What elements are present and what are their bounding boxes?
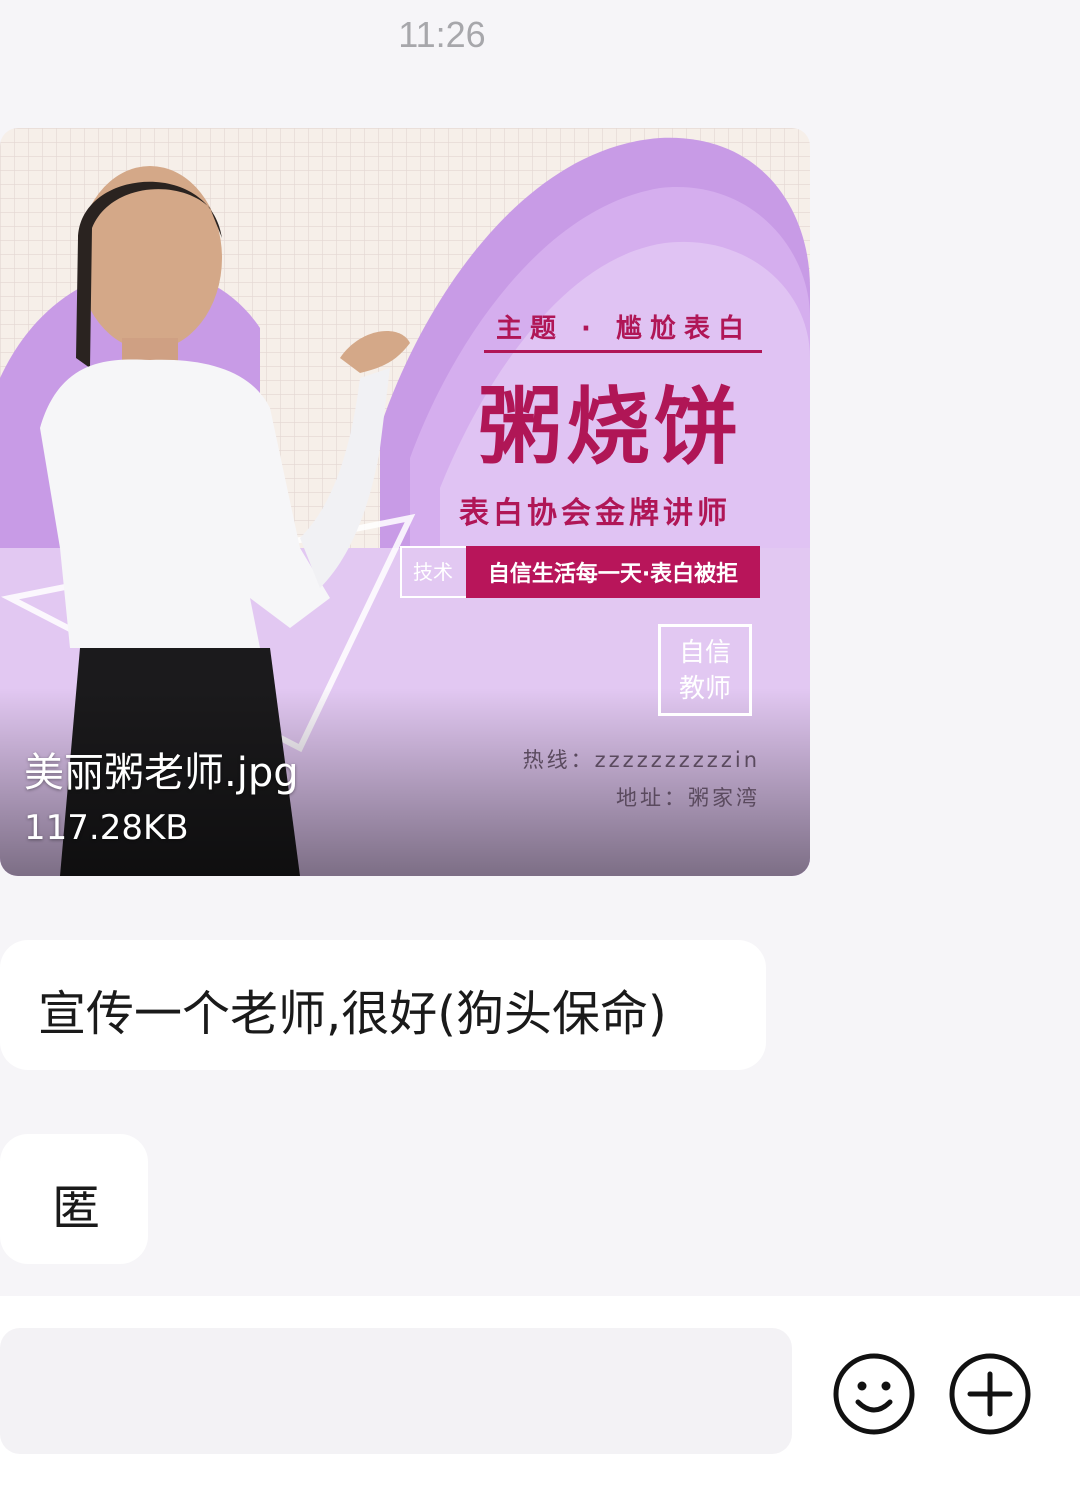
poster-topic: 主题 · 尴尬表白 <box>496 314 752 344</box>
smiley-icon[interactable] <box>832 1352 916 1436</box>
poster-badge-line1: 自信 <box>678 638 731 668</box>
message-input[interactable] <box>0 1328 792 1454</box>
message-text: 宣传一个老师,很好(狗头保命) <box>38 986 667 1042</box>
plus-circle-icon[interactable] <box>948 1352 1032 1436</box>
poster-badge: 自信 教师 <box>658 624 752 716</box>
poster-tag-label: 技术 <box>413 560 453 584</box>
poster-subtitle: 表白协会金牌讲师 <box>459 496 731 531</box>
poster-divider <box>484 350 762 353</box>
message-text: 匿 <box>52 1180 101 1236</box>
message-bubble[interactable]: 宣传一个老师,很好(狗头保命) <box>0 940 766 1070</box>
attachment-file-name: 美丽粥老师.jpg <box>24 750 299 796</box>
image-attachment-card[interactable]: 主题 · 尴尬表白 粥烧饼 表白协会金牌讲师 技术 自信生活每一天·表白被拒 自… <box>0 128 810 876</box>
poster-name: 粥烧饼 <box>477 378 742 476</box>
message-bubble[interactable]: 匿 <box>0 1134 148 1264</box>
poster-hotline: 热线：zzzzzzzzzzin <box>522 748 760 772</box>
poster-tag-text: 自信生活每一天·表白被拒 <box>466 546 760 598</box>
attachment-file-size: 117.28KB <box>24 808 189 848</box>
poster-badge-line2: 教师 <box>678 674 731 704</box>
poster-address: 地址：粥家湾 <box>616 786 760 810</box>
message-timestamp: 11:26 <box>398 14 486 55</box>
